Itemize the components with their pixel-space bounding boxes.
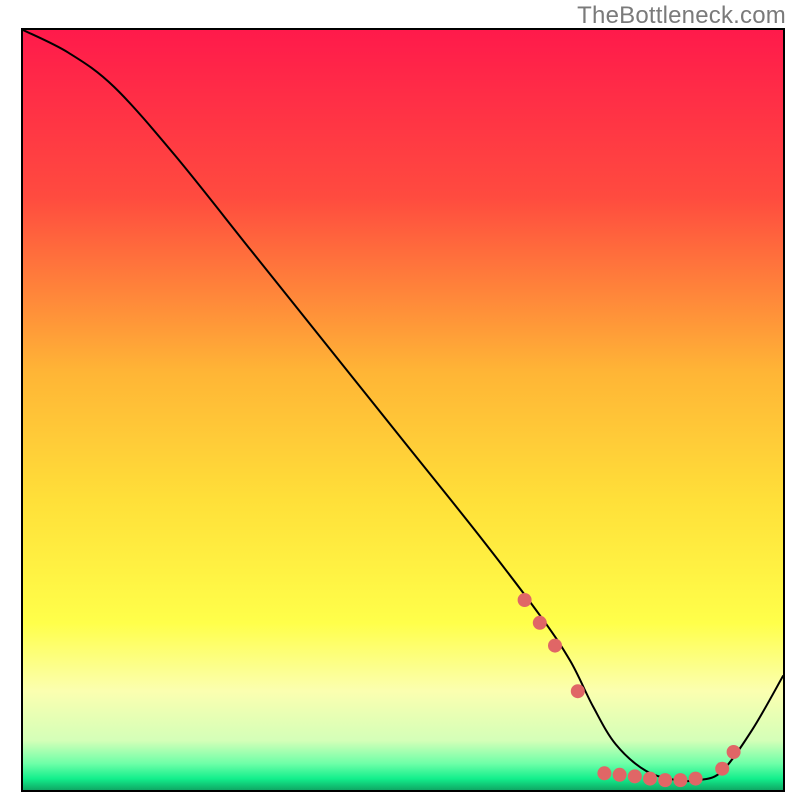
data-marker (571, 684, 585, 698)
data-marker (673, 773, 687, 787)
chart-frame: TheBottleneck.com (0, 0, 800, 800)
watermark-text: TheBottleneck.com (577, 2, 786, 30)
data-marker (727, 745, 741, 759)
data-marker (715, 762, 729, 776)
data-marker (628, 769, 642, 783)
chart-svg (23, 30, 783, 790)
plot-area (21, 28, 785, 792)
data-marker (548, 639, 562, 653)
data-marker (613, 768, 627, 782)
data-marker (658, 773, 672, 787)
data-marker (689, 772, 703, 786)
data-marker (597, 766, 611, 780)
data-marker (533, 616, 547, 630)
gradient-background (23, 30, 783, 790)
data-marker (643, 772, 657, 786)
data-marker (518, 593, 532, 607)
